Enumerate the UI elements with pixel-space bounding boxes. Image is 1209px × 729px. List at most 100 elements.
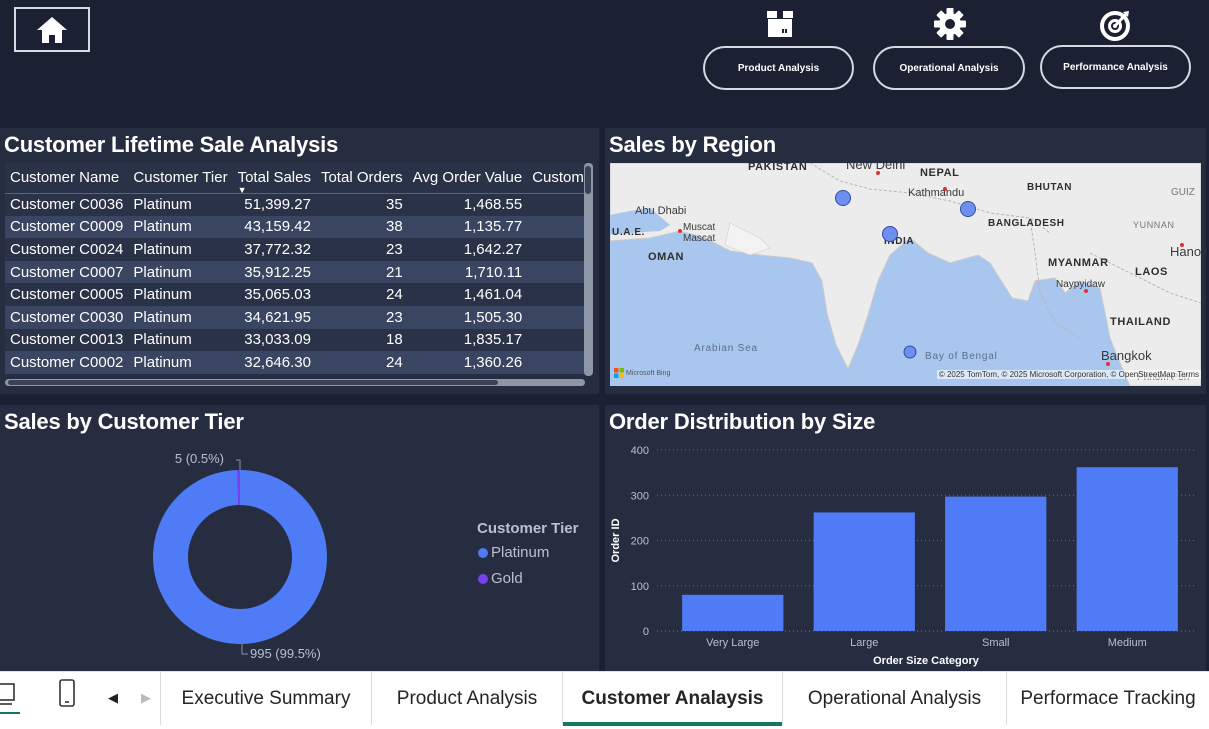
scrollbar-thumb[interactable] [585, 166, 591, 194]
x-axis-label: Order Size Category [873, 655, 980, 667]
map-bubble[interactable] [960, 201, 976, 217]
tab-product-analysis[interactable]: Product Analysis [372, 672, 563, 725]
gear-icon [932, 6, 968, 42]
y-axis-label: Order ID [610, 518, 622, 562]
table-row[interactable]: Customer C0009 Platinum 43,159.42 38 1,135.7… [5, 215, 585, 239]
table-cell: Customer C0030 [5, 305, 129, 329]
table-row[interactable]: Customer C0030 Platinum 34,621.95 23 1,505.3… [5, 305, 585, 329]
order-size-bar-chart[interactable]: 0 100 200 300 400 Very Large Large Small Medium O… [605, 441, 1206, 671]
table-vertical-scrollbar[interactable] [584, 163, 593, 376]
home-button[interactable] [14, 7, 90, 52]
table-horizontal-scrollbar[interactable] [5, 379, 585, 386]
product-analysis-button[interactable]: Product Analysis [703, 46, 854, 90]
table-cell: 34,621.95 [232, 305, 316, 329]
table-cell: 1,835.17 [407, 328, 528, 352]
table-cell: 1,505.30 [407, 305, 528, 329]
table-cell: Platinum [128, 238, 233, 261]
map-label-arabian-sea: Arabian Sea [694, 343, 758, 354]
table-cell: Platinum [128, 305, 233, 329]
table-cell: 1,135.77 [407, 215, 528, 239]
scrollbar-thumb[interactable] [8, 380, 498, 385]
map-label-pakistan: PAKISTAN [748, 163, 808, 173]
map-label-hanoi: Hano [1170, 244, 1201, 259]
map-label-gui: GUIZ [1171, 187, 1195, 198]
map-label-thailand: THAILAND [1110, 316, 1172, 328]
table-cell: 1,710.11 [407, 260, 528, 284]
bar-medium[interactable] [1076, 467, 1178, 631]
map-label-naypyidaw: Naypyidaw [1056, 279, 1105, 290]
map-bubble[interactable] [882, 226, 898, 242]
performance-analysis-button[interactable]: Performance Analysis [1040, 45, 1191, 89]
table-row[interactable]: Customer C0036 Platinum 51,399.27 35 1,468.5… [5, 193, 585, 216]
table-cell: 23 [315, 238, 408, 261]
desktop-view-icon[interactable] [0, 680, 20, 715]
map-label-abu-dhabi: Abu Dhabi [635, 205, 687, 217]
legend-dot [478, 573, 488, 584]
page-tab-bar: ◀ ▶ Executive Summary Product Analysis C… [0, 671, 1209, 729]
table-row[interactable]: Customer C0005 Platinum 35,065.03 24 1,461.0… [5, 283, 585, 306]
table-cell: 1,461.04 [407, 283, 528, 306]
map-bubble[interactable] [835, 190, 851, 206]
region-map-panel: Sales by Region PAKISTAN New Delhi NEPAL… [605, 128, 1206, 394]
map-label-bangladesh: BANGLADESH [988, 218, 1065, 229]
y-tick-label: 100 [631, 581, 649, 593]
tab-operational-analysis[interactable]: Operational Analysis [783, 672, 1007, 725]
column-header-total-sales[interactable]: Total Sales ▼ [232, 163, 316, 195]
map-attribution[interactable]: © 2025 TomTom, © 2025 Microsoft Corporat… [936, 370, 1201, 379]
map-bubble[interactable] [903, 345, 917, 359]
table-row[interactable]: Customer C0024 Platinum 37,772.32 23 1,642.2… [5, 238, 585, 261]
map-label-mascat: Mascat [683, 233, 716, 244]
report-canvas: Product Analysis Operational Analysis Pe… [0, 0, 1209, 729]
column-header[interactable]: Customer Tier [128, 163, 233, 194]
table-cell [527, 238, 585, 261]
column-header[interactable]: Customer [527, 163, 585, 194]
map-label-nepal: NEPAL [920, 167, 960, 179]
table-cell [527, 328, 585, 352]
table-row[interactable]: Customer C0002 Platinum 32,646.30 24 1,360.2… [5, 351, 585, 374]
tab-customer-analysis[interactable]: Customer Analaysis [563, 672, 783, 726]
region-map[interactable]: PAKISTAN New Delhi NEPAL BHUTAN GUIZ Kat… [610, 163, 1201, 386]
table-cell: Platinum [128, 283, 233, 306]
map-label-bay-of-bengal: Bay of Bengal [925, 351, 998, 362]
table-cell: Platinum [128, 260, 233, 284]
table-cell: 32,646.30 [232, 351, 316, 374]
bar-small[interactable] [945, 496, 1047, 631]
previous-page-icon[interactable]: ◀ [108, 690, 118, 706]
table-cell: 33,033.09 [232, 328, 316, 352]
map-label-laos: LAOS [1135, 266, 1168, 278]
table-cell: Platinum [128, 193, 233, 216]
sort-desc-icon: ▼ [237, 184, 247, 195]
box-icon [764, 9, 796, 39]
column-header[interactable]: Total Orders [315, 163, 408, 194]
y-tick-label: 400 [631, 445, 649, 457]
tab-performance-tracking[interactable]: Performace Tracking [1007, 672, 1209, 725]
bar-very-large[interactable] [682, 594, 784, 631]
table-cell: Customer C0002 [5, 351, 129, 374]
bing-logo: Microsoft Bing [614, 368, 670, 378]
table-cell: 21 [315, 260, 408, 284]
table-cell: Customer C0007 [5, 260, 129, 284]
table-row[interactable]: Customer C0007 Platinum 35,912.25 21 1,710.1… [5, 260, 585, 284]
table-cell: 35 [315, 193, 408, 216]
legend-item-platinum[interactable]: Platinum [478, 544, 549, 561]
table-cell [527, 283, 585, 306]
column-header[interactable]: Avg Order Value [407, 163, 528, 194]
legend-item-gold[interactable]: Gold [478, 570, 523, 587]
tab-executive-summary[interactable]: Executive Summary [161, 672, 372, 725]
next-page-icon[interactable]: ▶ [141, 690, 151, 706]
legend-dot [478, 547, 488, 558]
table-cell: 23 [315, 305, 408, 329]
table-cell: Customer C0009 [5, 215, 129, 239]
map-label-uae: U.A.E. [612, 227, 646, 238]
map-label-kathmandu: Kathmandu [908, 187, 965, 199]
column-header[interactable]: Customer Name [5, 163, 129, 194]
map-label-bhutan: BHUTAN [1027, 182, 1073, 193]
table-row[interactable]: Customer C0013 Platinum 33,033.09 18 1,835.1… [5, 328, 585, 352]
tier-donut-chart[interactable]: 5 (0.5%) 995 (99.5%) [100, 443, 460, 683]
operational-analysis-button[interactable]: Operational Analysis [873, 46, 1025, 90]
bar-large[interactable] [813, 512, 915, 631]
table-cell: 43,159.42 [232, 215, 316, 239]
mobile-view-icon[interactable] [58, 678, 78, 710]
lifetime-table: Customer Name Customer Tier Total Sales ▼… [5, 163, 585, 376]
target-icon [1098, 8, 1132, 42]
